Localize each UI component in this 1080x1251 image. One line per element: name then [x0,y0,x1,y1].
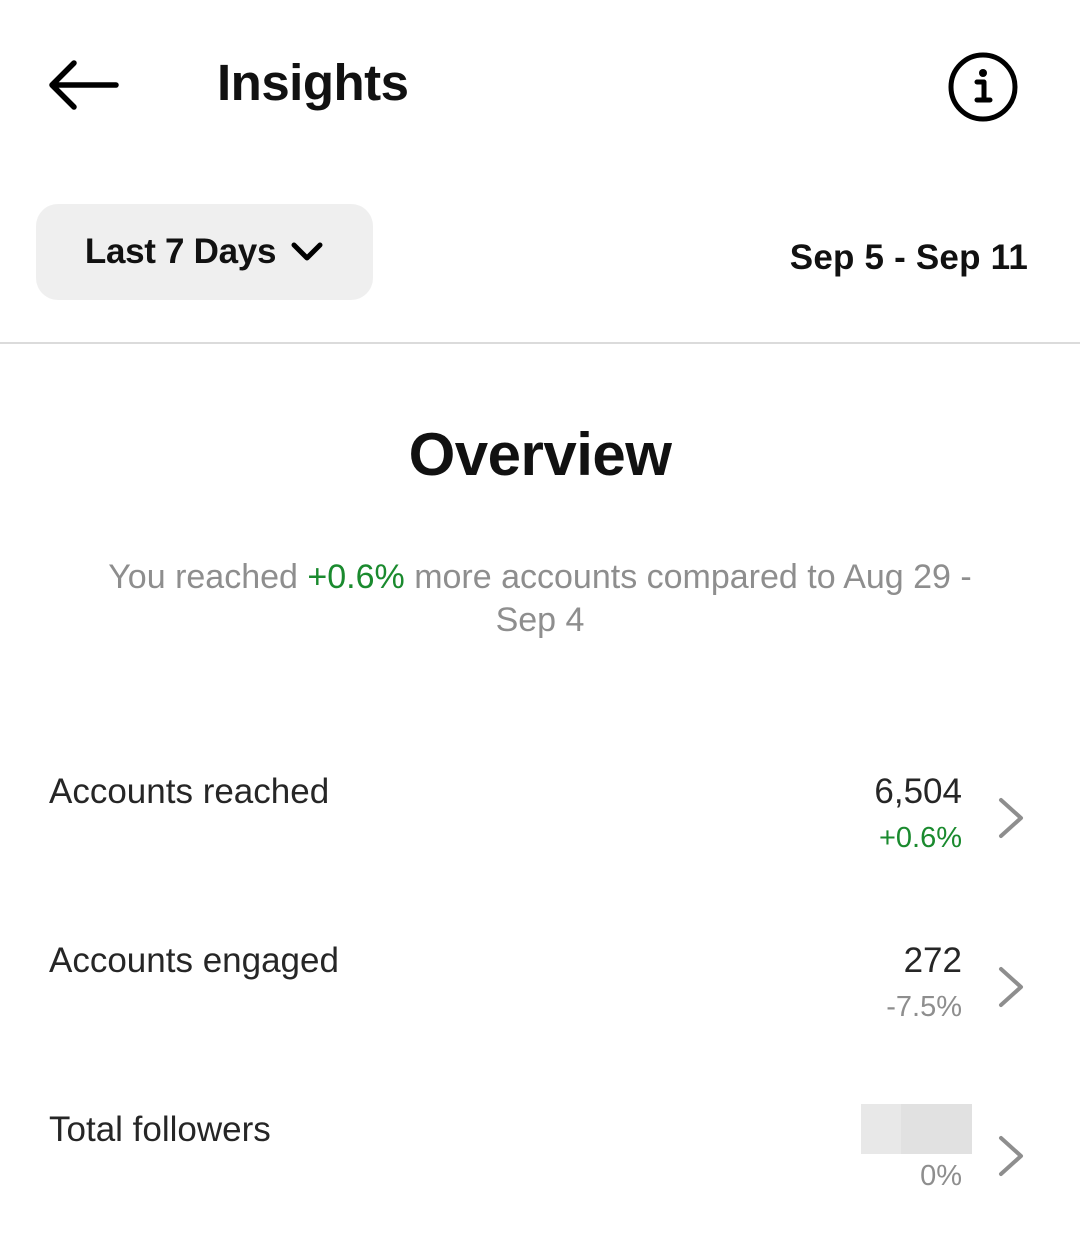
metric-value: 6,504 [874,772,962,811]
chevron-right-icon [994,1132,1028,1180]
metric-label: Total followers [49,1110,271,1149]
overview-summary: You reached +0.6% more accounts compared… [100,556,980,642]
metric-label: Accounts reached [49,772,330,811]
info-circle-icon [946,50,1020,124]
metric-row-accounts-reached[interactable]: Accounts reached 6,504 +0.6% [0,764,1080,884]
metric-row-accounts-engaged[interactable]: Accounts engaged 272 -7.5% [0,933,1080,1053]
summary-highlight: +0.6% [307,558,405,596]
metric-change: +0.6% [878,822,962,854]
summary-prefix: You reached [108,558,308,596]
redacted-value [861,1104,972,1154]
date-range-label: Last 7 Days [84,232,277,271]
chevron-right-icon [994,794,1028,842]
metric-label: Accounts engaged [49,941,339,980]
info-button[interactable] [946,50,1020,124]
chevron-down-icon [290,241,324,263]
arrow-left-icon [40,50,130,120]
date-range-text: Sep 5 - Sep 11 [789,238,1028,277]
metric-change: -7.5% [886,991,962,1023]
overview-heading: Overview [408,421,672,488]
metric-row-total-followers[interactable]: Total followers 0% [0,1102,1080,1222]
metric-value: 272 [903,941,962,980]
metric-change: 0% [920,1160,962,1192]
chevron-right-icon [994,963,1028,1011]
back-button[interactable] [40,50,130,120]
page-title: Insights [217,54,409,111]
date-range-dropdown[interactable]: Last 7 Days [36,204,373,300]
summary-suffix: more accounts compared to Aug 29 - Sep 4 [404,558,972,639]
divider [0,342,1080,344]
